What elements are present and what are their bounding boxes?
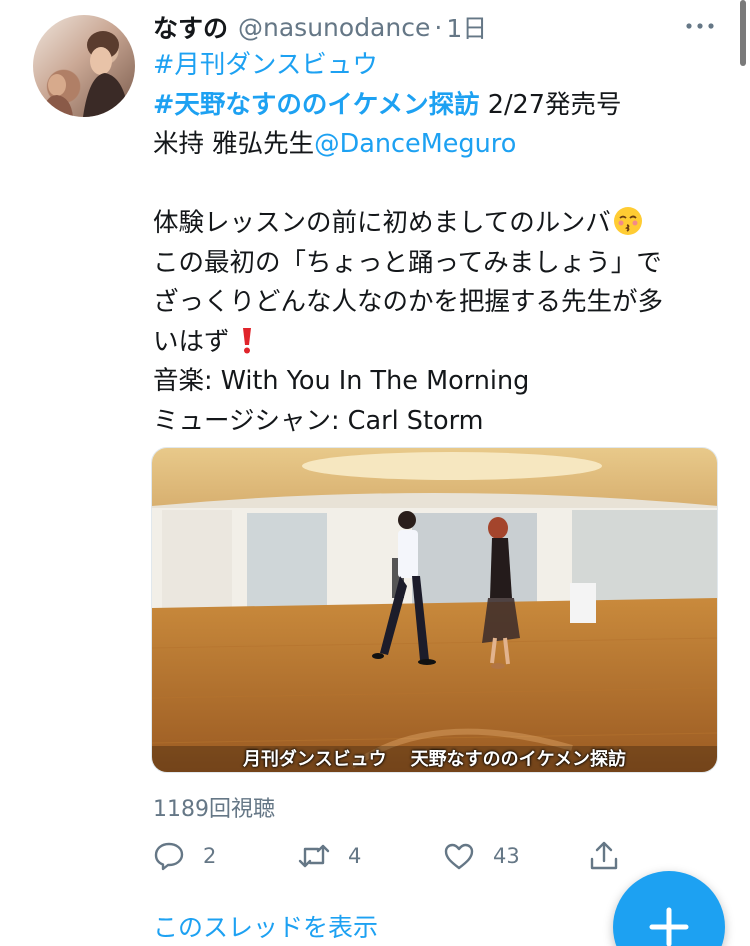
retweet-icon xyxy=(298,844,330,868)
share-button[interactable] xyxy=(588,838,638,874)
reply-button[interactable]: 2 xyxy=(153,838,216,874)
compose-tweet-button[interactable] xyxy=(613,871,725,946)
view-count: 1189回視聴 xyxy=(153,797,275,822)
dance-studio-scene xyxy=(152,448,717,772)
more-options-icon[interactable] xyxy=(683,16,717,36)
retweet-count: 4 xyxy=(348,844,362,868)
video-thumbnail[interactable]: 月刊ダンスビュウ 天野なすののイケメン探訪 xyxy=(151,447,718,773)
exclamation-mark-emoji xyxy=(242,327,251,353)
timestamp[interactable]: 1日 xyxy=(446,9,487,45)
separator-dot: · xyxy=(434,12,443,42)
reply-icon xyxy=(154,842,184,871)
tweet-actions: 2 4 43 xyxy=(153,838,643,874)
mention-dance-meguro[interactable]: @DanceMeguro xyxy=(314,129,516,159)
like-button[interactable]: 43 xyxy=(443,838,520,874)
tweet-text-line: この最初の「ちょっと踊ってみましょう」で xyxy=(153,247,662,278)
video-caption: 月刊ダンスビュウ 天野なすののイケメン探訪 xyxy=(152,744,717,772)
issue-date-text: 2/27発売号 xyxy=(479,89,622,120)
hashtag-ikemen-tanbou[interactable]: #天野なすののイケメン探訪 xyxy=(153,90,480,120)
tweet-text-line: ざっくりどんな人なのかを把握する先生が多 xyxy=(153,287,664,317)
scrollbar[interactable] xyxy=(740,0,746,66)
display-name[interactable]: なすの xyxy=(153,9,228,45)
share-icon xyxy=(590,841,618,870)
show-thread-link[interactable]: このスレッドを表示 xyxy=(153,908,378,944)
teacher-name-text: 米持 雅弘先生 xyxy=(153,129,315,159)
music-credit: 音楽: With You In The Morning xyxy=(153,366,530,396)
tweet-text-line: 体験レッスンの前に初めましてのルンバ xyxy=(153,208,611,238)
retweet-button[interactable]: 4 xyxy=(298,838,361,874)
musician-credit: ミュージシャン: Carl Storm xyxy=(153,405,484,436)
plus-icon xyxy=(649,907,689,946)
hashtag-dance-view[interactable]: #月刊ダンスビュウ xyxy=(153,50,378,80)
avatar[interactable] xyxy=(33,15,135,117)
caption-series: 天野なすののイケメン探訪 xyxy=(410,749,627,770)
tweet-text-line: いはず xyxy=(153,326,230,357)
kissing-face-emoji xyxy=(613,207,642,235)
tweet-body: #月刊ダンスビュウ #天野なすののイケメン探訪 2/27発売号 米持 雅弘先生@… xyxy=(153,46,723,441)
tweet-header: なすの @nasunodance · 1日 xyxy=(153,10,487,44)
reply-count: 2 xyxy=(203,844,217,868)
like-count: 43 xyxy=(493,844,520,868)
user-handle[interactable]: @nasunodance xyxy=(238,13,430,42)
caption-magazine: 月刊ダンスビュウ xyxy=(242,749,387,770)
heart-icon xyxy=(444,843,474,870)
